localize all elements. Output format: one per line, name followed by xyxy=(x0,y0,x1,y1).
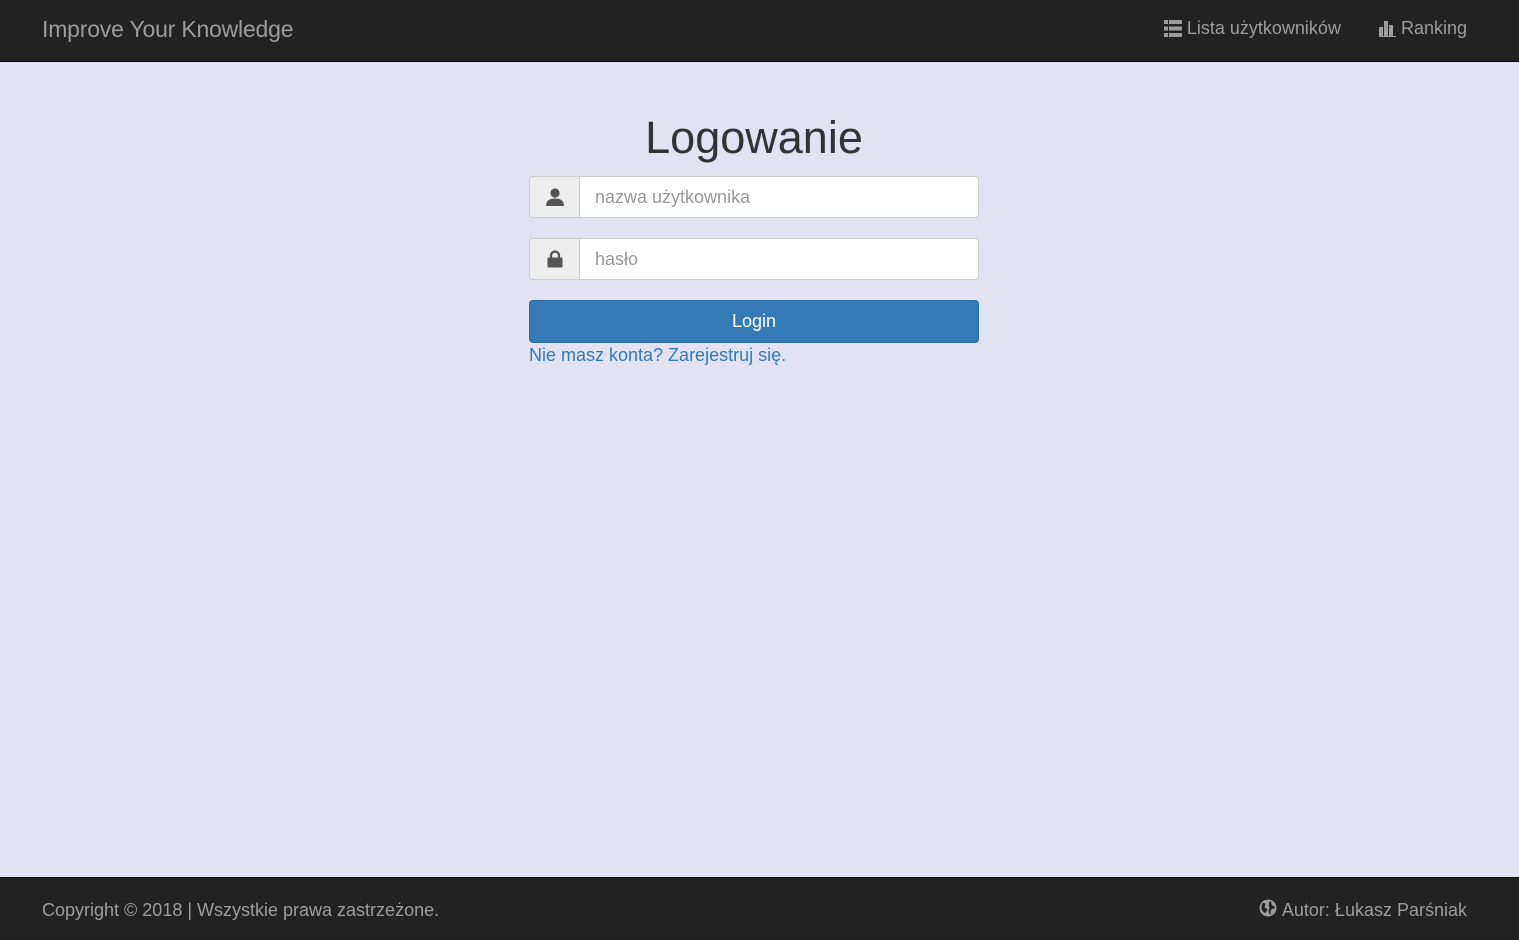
nav-link-ranking[interactable]: Ranking xyxy=(1378,18,1467,39)
author-text: Autor: Łukasz Parśniak xyxy=(1281,900,1467,920)
nav-link-user-list[interactable]: Lista użytkowników xyxy=(1163,18,1341,39)
top-navbar: Improve Your Knowledge Lista użytkownikó… xyxy=(0,0,1519,62)
username-input-group xyxy=(529,176,979,218)
password-input[interactable] xyxy=(579,238,979,280)
brand-link[interactable]: Improve Your Knowledge xyxy=(42,16,294,43)
username-input[interactable] xyxy=(579,176,979,218)
nav-link-user-list-label: Lista użytkowników xyxy=(1186,18,1341,38)
login-button[interactable]: Login xyxy=(529,300,979,343)
page-title: Logowanie xyxy=(645,112,863,163)
main-content: Logowanie Login Nie masz konta? Zarejest… xyxy=(0,62,1519,877)
login-form: Logowanie Login Nie masz konta? Zarejest… xyxy=(529,110,979,366)
list-icon xyxy=(1163,20,1182,37)
bar-chart-icon xyxy=(1378,20,1396,37)
nav-links: Lista użytkowników Ranking xyxy=(1163,18,1467,39)
lock-icon xyxy=(529,238,579,280)
copyright-text: Copyright © 2018 | Wszystkie prawa zastr… xyxy=(42,900,440,920)
author-info: Autor: Łukasz Parśniak xyxy=(1259,899,1467,922)
password-input-group xyxy=(529,238,979,280)
register-link[interactable]: Nie masz konta? Zarejestruj się. xyxy=(529,345,786,366)
nav-link-ranking-label: Ranking xyxy=(1400,18,1467,38)
globe-icon xyxy=(1259,899,1277,922)
user-icon xyxy=(529,176,579,218)
footer: Copyright © 2018 | Wszystkie prawa zastr… xyxy=(0,877,1519,940)
